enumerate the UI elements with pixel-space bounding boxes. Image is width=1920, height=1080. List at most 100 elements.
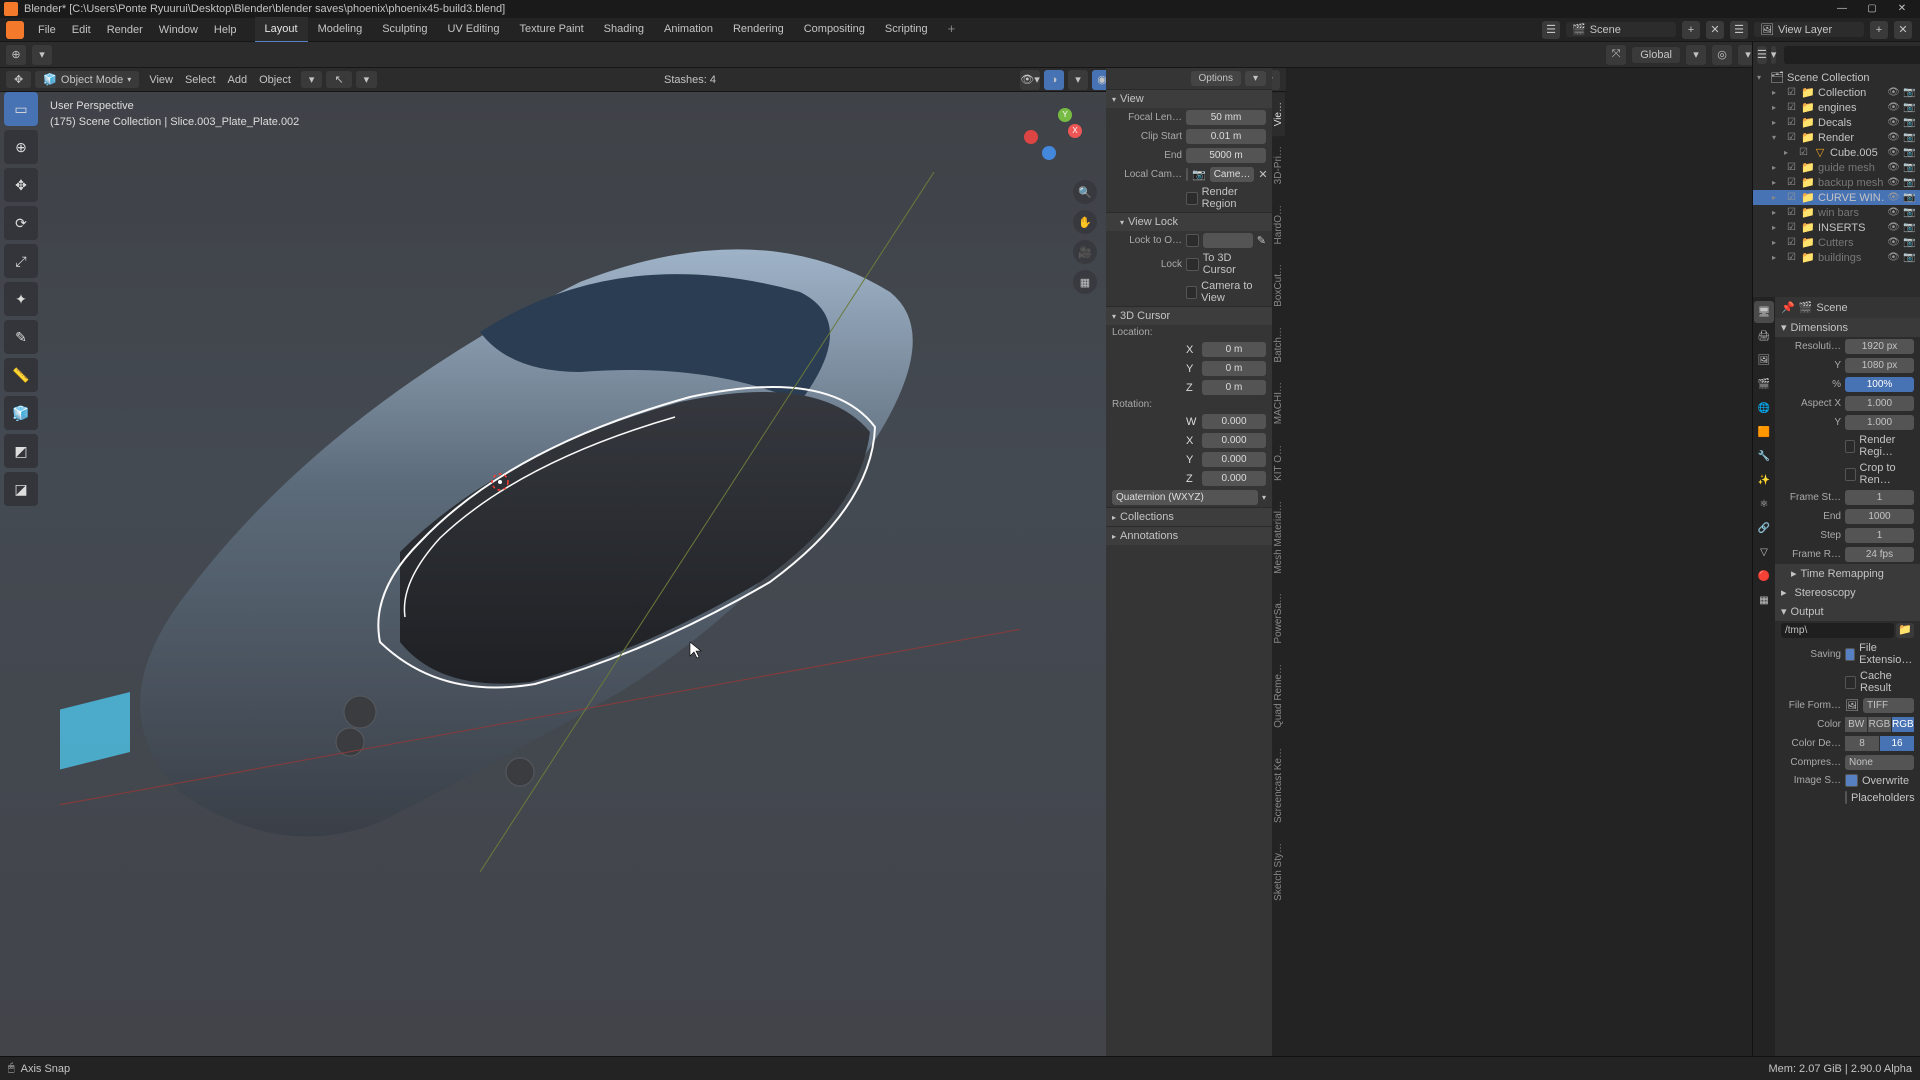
render-region-check2[interactable]: [1845, 440, 1855, 453]
menu-file[interactable]: File: [30, 18, 64, 42]
crop-check[interactable]: [1845, 468, 1856, 481]
viewlayer-browse-icon[interactable]: ☰: [1730, 21, 1748, 39]
focal-length-field[interactable]: 50 mm: [1186, 110, 1266, 125]
options-button[interactable]: Options: [1191, 71, 1241, 86]
viewmenu-view[interactable]: View: [143, 74, 179, 86]
tab-layout[interactable]: Layout: [255, 17, 308, 43]
overwrite-check[interactable]: [1845, 774, 1858, 787]
locktoobj-check[interactable]: [1186, 234, 1199, 247]
npanel-tab-1[interactable]: 3D-Pri…: [1272, 136, 1285, 194]
tab-add-button[interactable]: +: [938, 17, 966, 43]
viewlock-section-header[interactable]: ▾View Lock: [1106, 212, 1272, 231]
outliner-display-icon[interactable]: ☰: [1757, 46, 1767, 64]
localcam-check[interactable]: [1186, 168, 1188, 181]
locktoobj-field[interactable]: [1203, 233, 1253, 248]
outliner-item[interactable]: ▸☑📁CURVE WIN…👁📷: [1753, 190, 1920, 205]
proptab-world[interactable]: 🌐: [1754, 397, 1774, 419]
npanel-tab-10[interactable]: Screencast Ke…: [1272, 738, 1285, 833]
outliner-item[interactable]: ▸☑📁guide mesh👁📷: [1753, 160, 1920, 175]
cursor-loc-y[interactable]: 0 m: [1202, 361, 1266, 376]
visibility-dd-icon[interactable]: 👁▾: [1020, 70, 1040, 90]
tab-modeling[interactable]: Modeling: [308, 17, 373, 43]
menu-window[interactable]: Window: [151, 18, 206, 42]
proptab-constraints[interactable]: 🔗: [1754, 517, 1774, 539]
npanel-tab-9[interactable]: Quad Reme…: [1272, 654, 1285, 738]
frame-rate-field[interactable]: 24 fps: [1845, 547, 1914, 562]
orientation-icon[interactable]: ⤧: [1606, 45, 1626, 65]
cursor-tool[interactable]: ⊕: [4, 130, 38, 164]
proptab-texture[interactable]: ▦: [1754, 589, 1774, 611]
npanel-tab-6[interactable]: KIT O…: [1272, 435, 1285, 491]
npanel-tab-5[interactable]: MACHI…: [1272, 372, 1285, 434]
annotations-section-header[interactable]: ▸Annotations: [1106, 526, 1272, 545]
clip-start-field[interactable]: 0.01 m: [1186, 129, 1266, 144]
scene-browse-icon[interactable]: ☰: [1542, 21, 1560, 39]
gizmo-toggle-icon[interactable]: ◑: [1044, 70, 1064, 90]
outliner-item[interactable]: ▸☑📁win bars👁📷: [1753, 205, 1920, 220]
tab-rendering[interactable]: Rendering: [723, 17, 794, 43]
proptab-physics[interactable]: ⚛: [1754, 493, 1774, 515]
frame-end-field[interactable]: 1000: [1845, 509, 1914, 524]
view-section-header[interactable]: ▾View: [1106, 89, 1272, 108]
tab-uvediting[interactable]: UV Editing: [437, 17, 509, 43]
outliner-root[interactable]: ▾🗂Scene Collection: [1753, 70, 1920, 85]
time-remap-header[interactable]: ▸Time Remapping: [1775, 564, 1920, 583]
lock-cam-check[interactable]: [1186, 286, 1197, 299]
viewlayer-new-button[interactable]: +: [1870, 21, 1888, 39]
frame-step-field[interactable]: 1: [1845, 528, 1914, 543]
placeholders-check[interactable]: [1845, 791, 1847, 804]
options-dd[interactable]: ▾: [1245, 71, 1266, 86]
mode-select[interactable]: 🧊Object Mode▾: [35, 71, 139, 88]
addon-tool-2[interactable]: ◪: [4, 472, 38, 506]
axis-x-neg[interactable]: [1024, 130, 1038, 144]
proptab-data[interactable]: ▽: [1754, 541, 1774, 563]
npanel-tab-11[interactable]: Sketch Sty…: [1272, 833, 1285, 911]
proptab-output[interactable]: 🖨: [1754, 325, 1774, 347]
outliner-item[interactable]: ▸☑📁Cutters👁📷: [1753, 235, 1920, 250]
scale-tool[interactable]: ⤢: [4, 244, 38, 278]
3d-viewport[interactable]: User Perspective (175) Scene Collection …: [0, 92, 1106, 1056]
annotate-tool[interactable]: ✎: [4, 320, 38, 354]
npanel-tab-2[interactable]: HardO…: [1272, 195, 1285, 254]
toolsettings-icon[interactable]: ▾: [301, 71, 323, 88]
proptab-material[interactable]: 🔴: [1754, 565, 1774, 587]
window-close-button[interactable]: ✕: [1888, 2, 1916, 16]
stereoscopy-header[interactable]: ▸Stereoscopy: [1775, 583, 1920, 602]
rotation-mode-select[interactable]: Quaternion (WXYZ): [1112, 490, 1258, 505]
tab-compositing[interactable]: Compositing: [794, 17, 875, 43]
tab-shading[interactable]: Shading: [594, 17, 654, 43]
cursor-rot-z[interactable]: 0.000: [1202, 471, 1266, 486]
cursor-tool-dd[interactable]: ▾: [356, 71, 378, 88]
cursor-loc-z[interactable]: 0 m: [1202, 380, 1266, 395]
localcam-clear-icon[interactable]: ✕: [1258, 168, 1267, 181]
aspect-y-field[interactable]: 1.000: [1845, 415, 1914, 430]
zoom-icon[interactable]: 🔍: [1073, 180, 1097, 204]
camera-icon[interactable]: 🎥: [1073, 240, 1097, 264]
viewmenu-select[interactable]: Select: [179, 74, 222, 86]
viewlayer-field[interactable]: 🖼View Layer: [1754, 22, 1864, 37]
proptab-object[interactable]: 🟧: [1754, 421, 1774, 443]
proptab-modifier[interactable]: 🔧: [1754, 445, 1774, 467]
transform-tool[interactable]: ✦: [4, 282, 38, 316]
res-pct-field[interactable]: 100%: [1845, 377, 1914, 392]
npanel-tab-8[interactable]: PowerSa…: [1272, 583, 1285, 654]
viewlayer-delete-button[interactable]: ✕: [1894, 21, 1912, 39]
file-format-select[interactable]: TIFF: [1863, 698, 1914, 713]
outliner-item[interactable]: ▸☑📁INSERTS👁📷: [1753, 220, 1920, 235]
axis-y-pos[interactable]: Y: [1058, 108, 1072, 122]
cursor-rot-y[interactable]: 0.000: [1202, 452, 1266, 467]
tab-animation[interactable]: Animation: [654, 17, 723, 43]
browse-icon[interactable]: 📁: [1896, 623, 1914, 638]
select-box-tool[interactable]: ▭: [4, 92, 38, 126]
proptab-render[interactable]: 🖥: [1754, 301, 1774, 323]
output-header[interactable]: ▾Output: [1775, 602, 1920, 621]
move-tool[interactable]: ✥: [4, 168, 38, 202]
collections-section-header[interactable]: ▸Collections: [1106, 507, 1272, 526]
render-region-check[interactable]: [1186, 192, 1198, 205]
clip-end-field[interactable]: 5000 m: [1186, 148, 1266, 163]
pan-icon[interactable]: ✋: [1073, 210, 1097, 234]
frame-start-field[interactable]: 1: [1845, 490, 1914, 505]
proptab-viewlayer[interactable]: 🖼: [1754, 349, 1774, 371]
outliner-item[interactable]: ▸☑📁Collection👁📷: [1753, 85, 1920, 100]
addon-tool-1[interactable]: ◩: [4, 434, 38, 468]
